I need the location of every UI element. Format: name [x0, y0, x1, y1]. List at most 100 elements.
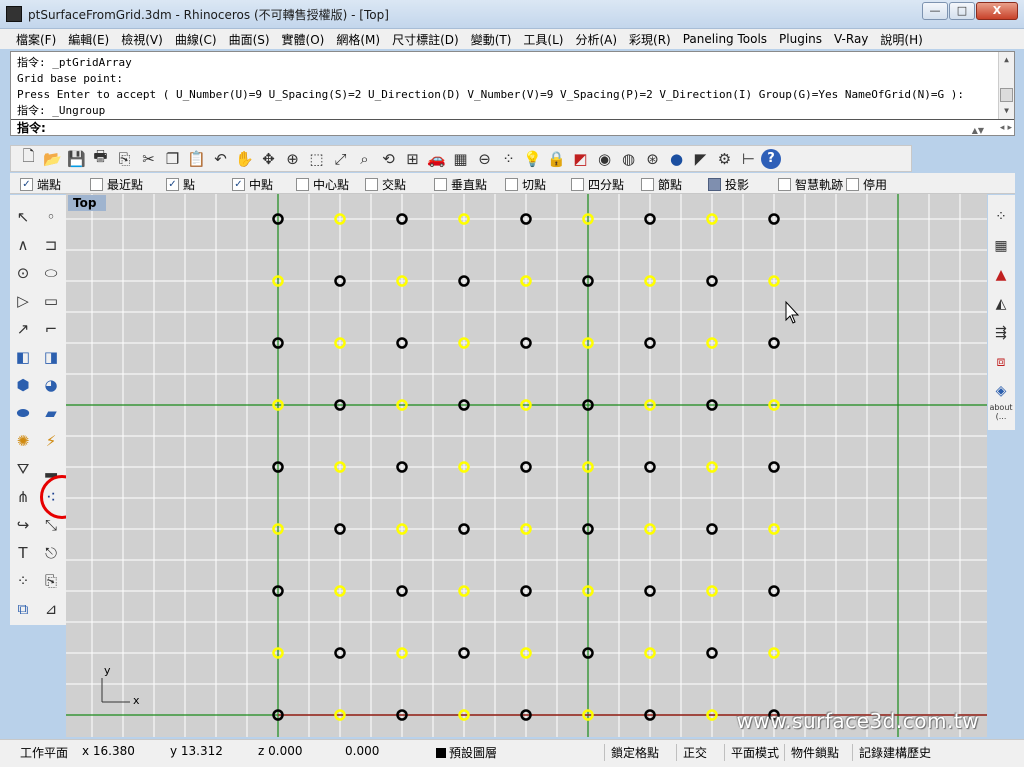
- rhino-app-icon[interactable]: [6, 6, 22, 22]
- osnap-option[interactable]: 停用: [846, 176, 887, 193]
- properties-icon[interactable]: ◩: [569, 147, 592, 170]
- transform-icon[interactable]: ✺: [11, 429, 35, 453]
- pyramid-icon[interactable]: ◭: [989, 292, 1013, 316]
- close-button[interactable]: X: [976, 2, 1018, 20]
- explode-icon[interactable]: ⋔: [11, 485, 35, 509]
- menu-item[interactable]: 說明(H): [874, 31, 928, 48]
- osnap-option[interactable]: 四分點: [571, 176, 624, 193]
- rectangle-icon[interactable]: ⊐: [39, 233, 63, 257]
- osnap-checkbox[interactable]: [365, 178, 378, 191]
- menu-item[interactable]: 檢視(V): [115, 31, 169, 48]
- osnap-checkbox[interactable]: [296, 178, 309, 191]
- grid-options-icon[interactable]: ▦: [449, 147, 472, 170]
- surface-edit-icon[interactable]: ◨: [39, 345, 63, 369]
- boolean-icon[interactable]: ⛛: [11, 457, 35, 481]
- axis-array-icon[interactable]: ⇶: [989, 321, 1013, 345]
- top-viewport[interactable]: Top y x www.surface3d.com.tw: [66, 194, 987, 737]
- planar-surface-icon[interactable]: ▰: [39, 401, 63, 425]
- menu-item[interactable]: 編輯(E): [62, 31, 115, 48]
- menu-item[interactable]: 曲面(S): [223, 31, 276, 48]
- settings-gear-icon[interactable]: ⚙: [713, 147, 736, 170]
- minimize-button[interactable]: —: [922, 2, 948, 20]
- osnap-option[interactable]: 智慧軌跡: [778, 176, 843, 193]
- curve-from-object-icon[interactable]: ↗: [11, 317, 35, 341]
- about-button[interactable]: about (...: [989, 400, 1013, 424]
- grid-points-icon[interactable]: ▦: [989, 234, 1013, 258]
- osnap-checkbox[interactable]: [846, 178, 859, 191]
- car-icon[interactable]: 🚗: [425, 147, 448, 170]
- print-icon[interactable]: 🖶: [89, 147, 112, 170]
- command-prompt[interactable]: 指令: ▲▼ ◂ ▸: [11, 119, 1014, 136]
- osnap-checkbox[interactable]: [505, 178, 518, 191]
- planar-toggle[interactable]: 平面模式: [724, 744, 779, 761]
- open-folder-icon[interactable]: 📂: [41, 147, 64, 170]
- osnap-option[interactable]: ✓ 點: [166, 176, 195, 193]
- osnap-option[interactable]: ✓ 中點: [232, 176, 273, 193]
- mesh-box-icon[interactable]: ⧉: [11, 597, 35, 621]
- osnap-checkbox[interactable]: ✓: [20, 178, 33, 191]
- menu-item[interactable]: 變動(T): [465, 31, 518, 48]
- undo-icon[interactable]: ↶: [209, 147, 232, 170]
- menu-item[interactable]: 檔案(F): [10, 31, 62, 48]
- dimension-tool-icon[interactable]: ⊿: [39, 597, 63, 621]
- save-icon[interactable]: 💾: [65, 147, 88, 170]
- import-icon[interactable]: ⎘: [113, 147, 136, 170]
- cylinder-icon[interactable]: ⬬: [11, 401, 35, 425]
- nav-arrows-icon[interactable]: ◂ ▸: [1000, 120, 1012, 137]
- construction-plane-icon[interactable]: ⊖: [473, 147, 496, 170]
- osnap-checkbox[interactable]: [708, 178, 721, 191]
- osnap-option[interactable]: 投影: [708, 176, 749, 193]
- menu-item[interactable]: 彩現(R): [623, 31, 677, 48]
- osnap-checkbox[interactable]: ✓: [166, 178, 179, 191]
- cplane-label[interactable]: 工作平面: [20, 744, 68, 761]
- new-file-icon[interactable]: 🗋: [17, 147, 40, 170]
- menu-item[interactable]: 分析(A): [569, 31, 623, 48]
- osnap-checkbox[interactable]: [571, 178, 584, 191]
- four-viewports-icon[interactable]: ⊞: [401, 147, 424, 170]
- rendered-sphere-icon[interactable]: ⊛: [641, 147, 664, 170]
- point-icon[interactable]: ◦: [39, 205, 63, 229]
- fillet-curve-icon[interactable]: ⌐: [39, 317, 63, 341]
- osnap-option[interactable]: 最近點: [90, 176, 143, 193]
- polyline-icon[interactable]: ∧: [11, 233, 35, 257]
- snap-toggle[interactable]: 鎖定格點: [604, 744, 659, 761]
- text-object-icon[interactable]: T: [11, 541, 35, 565]
- blend-icon[interactable]: ⎋: [39, 541, 63, 565]
- dimension-icon[interactable]: ⊢: [737, 147, 760, 170]
- osnap-checkbox[interactable]: [641, 178, 654, 191]
- polygon-icon[interactable]: ▷: [11, 289, 35, 313]
- menu-item[interactable]: V-Ray: [828, 32, 874, 46]
- zoom-selected-icon[interactable]: ⌕: [353, 147, 376, 170]
- project-icon[interactable]: ⎘: [39, 569, 63, 593]
- scroll-thumb[interactable]: [1000, 88, 1013, 102]
- blue-sphere-icon[interactable]: ●: [665, 147, 688, 170]
- pick-points-icon[interactable]: ⁘: [497, 147, 520, 170]
- spin-icon[interactable]: ▲▼: [972, 122, 984, 139]
- solid-box-icon[interactable]: ⬢: [11, 373, 35, 397]
- osnap-checkbox[interactable]: ✓: [232, 178, 245, 191]
- maximize-button[interactable]: □: [949, 2, 975, 20]
- osnap-checkbox[interactable]: [90, 178, 103, 191]
- lock-icon[interactable]: 🔒: [545, 147, 568, 170]
- menu-item[interactable]: 尺寸標註(D): [386, 31, 465, 48]
- surface-patch-icon[interactable]: ◧: [11, 345, 35, 369]
- zoom-icon[interactable]: ⊕: [281, 147, 304, 170]
- select-arrow-icon[interactable]: ↖: [11, 205, 35, 229]
- menu-item[interactable]: 工具(L): [517, 31, 569, 48]
- ellipse-icon[interactable]: ⬭: [39, 261, 63, 285]
- osnap-option[interactable]: 垂直點: [434, 176, 487, 193]
- osnap-checkbox[interactable]: [434, 178, 447, 191]
- osnap-option[interactable]: 節點: [641, 176, 682, 193]
- array-icon[interactable]: ⁘: [11, 569, 35, 593]
- viewport-title[interactable]: Top: [68, 195, 106, 211]
- osnap-option[interactable]: 交點: [365, 176, 406, 193]
- zoom-window-icon[interactable]: ⬚: [305, 147, 328, 170]
- help-icon[interactable]: ?: [761, 148, 781, 169]
- shaded-sphere-icon[interactable]: ◍: [617, 147, 640, 170]
- rectangle-tool-icon[interactable]: ▭: [39, 289, 63, 313]
- color-wheel-icon[interactable]: ◉: [593, 147, 616, 170]
- osnap-option[interactable]: ✓ 端點: [20, 176, 61, 193]
- menu-item[interactable]: 曲線(C): [169, 31, 223, 48]
- scroll-up-icon[interactable]: ▲: [999, 52, 1014, 68]
- red-triangle-icon[interactable]: ▲: [989, 263, 1013, 287]
